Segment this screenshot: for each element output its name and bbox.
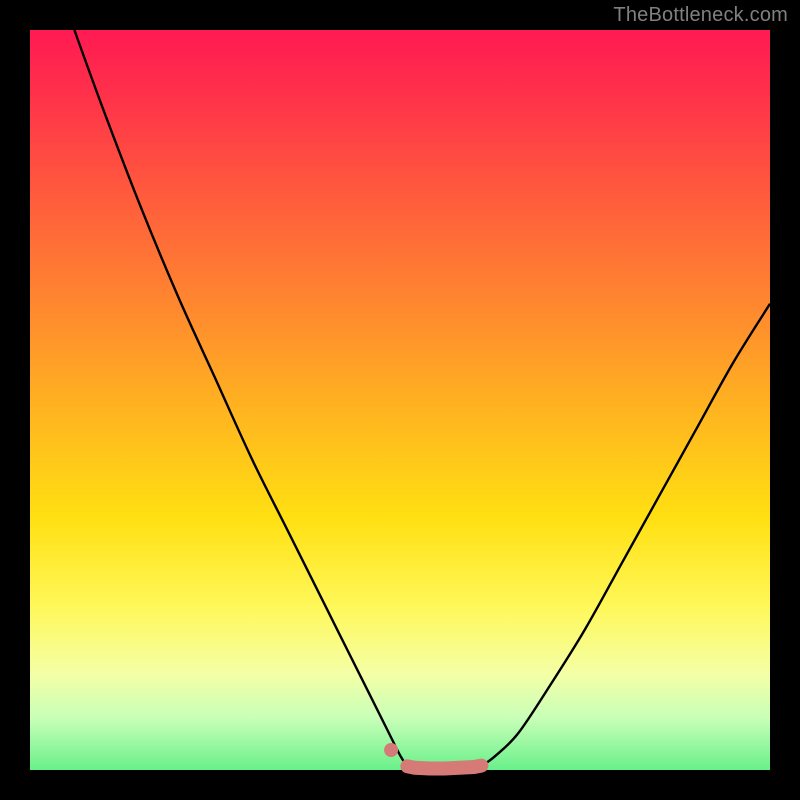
curve-right-arm	[481, 304, 770, 767]
chart-frame: TheBottleneck.com	[0, 0, 800, 800]
trough-marker-line	[407, 766, 481, 769]
watermark-text: TheBottleneck.com	[613, 4, 788, 27]
plot-area	[30, 30, 770, 770]
curve-left-arm	[74, 30, 407, 766]
curve-layer	[30, 30, 770, 770]
trough-marker-dot	[384, 743, 398, 757]
